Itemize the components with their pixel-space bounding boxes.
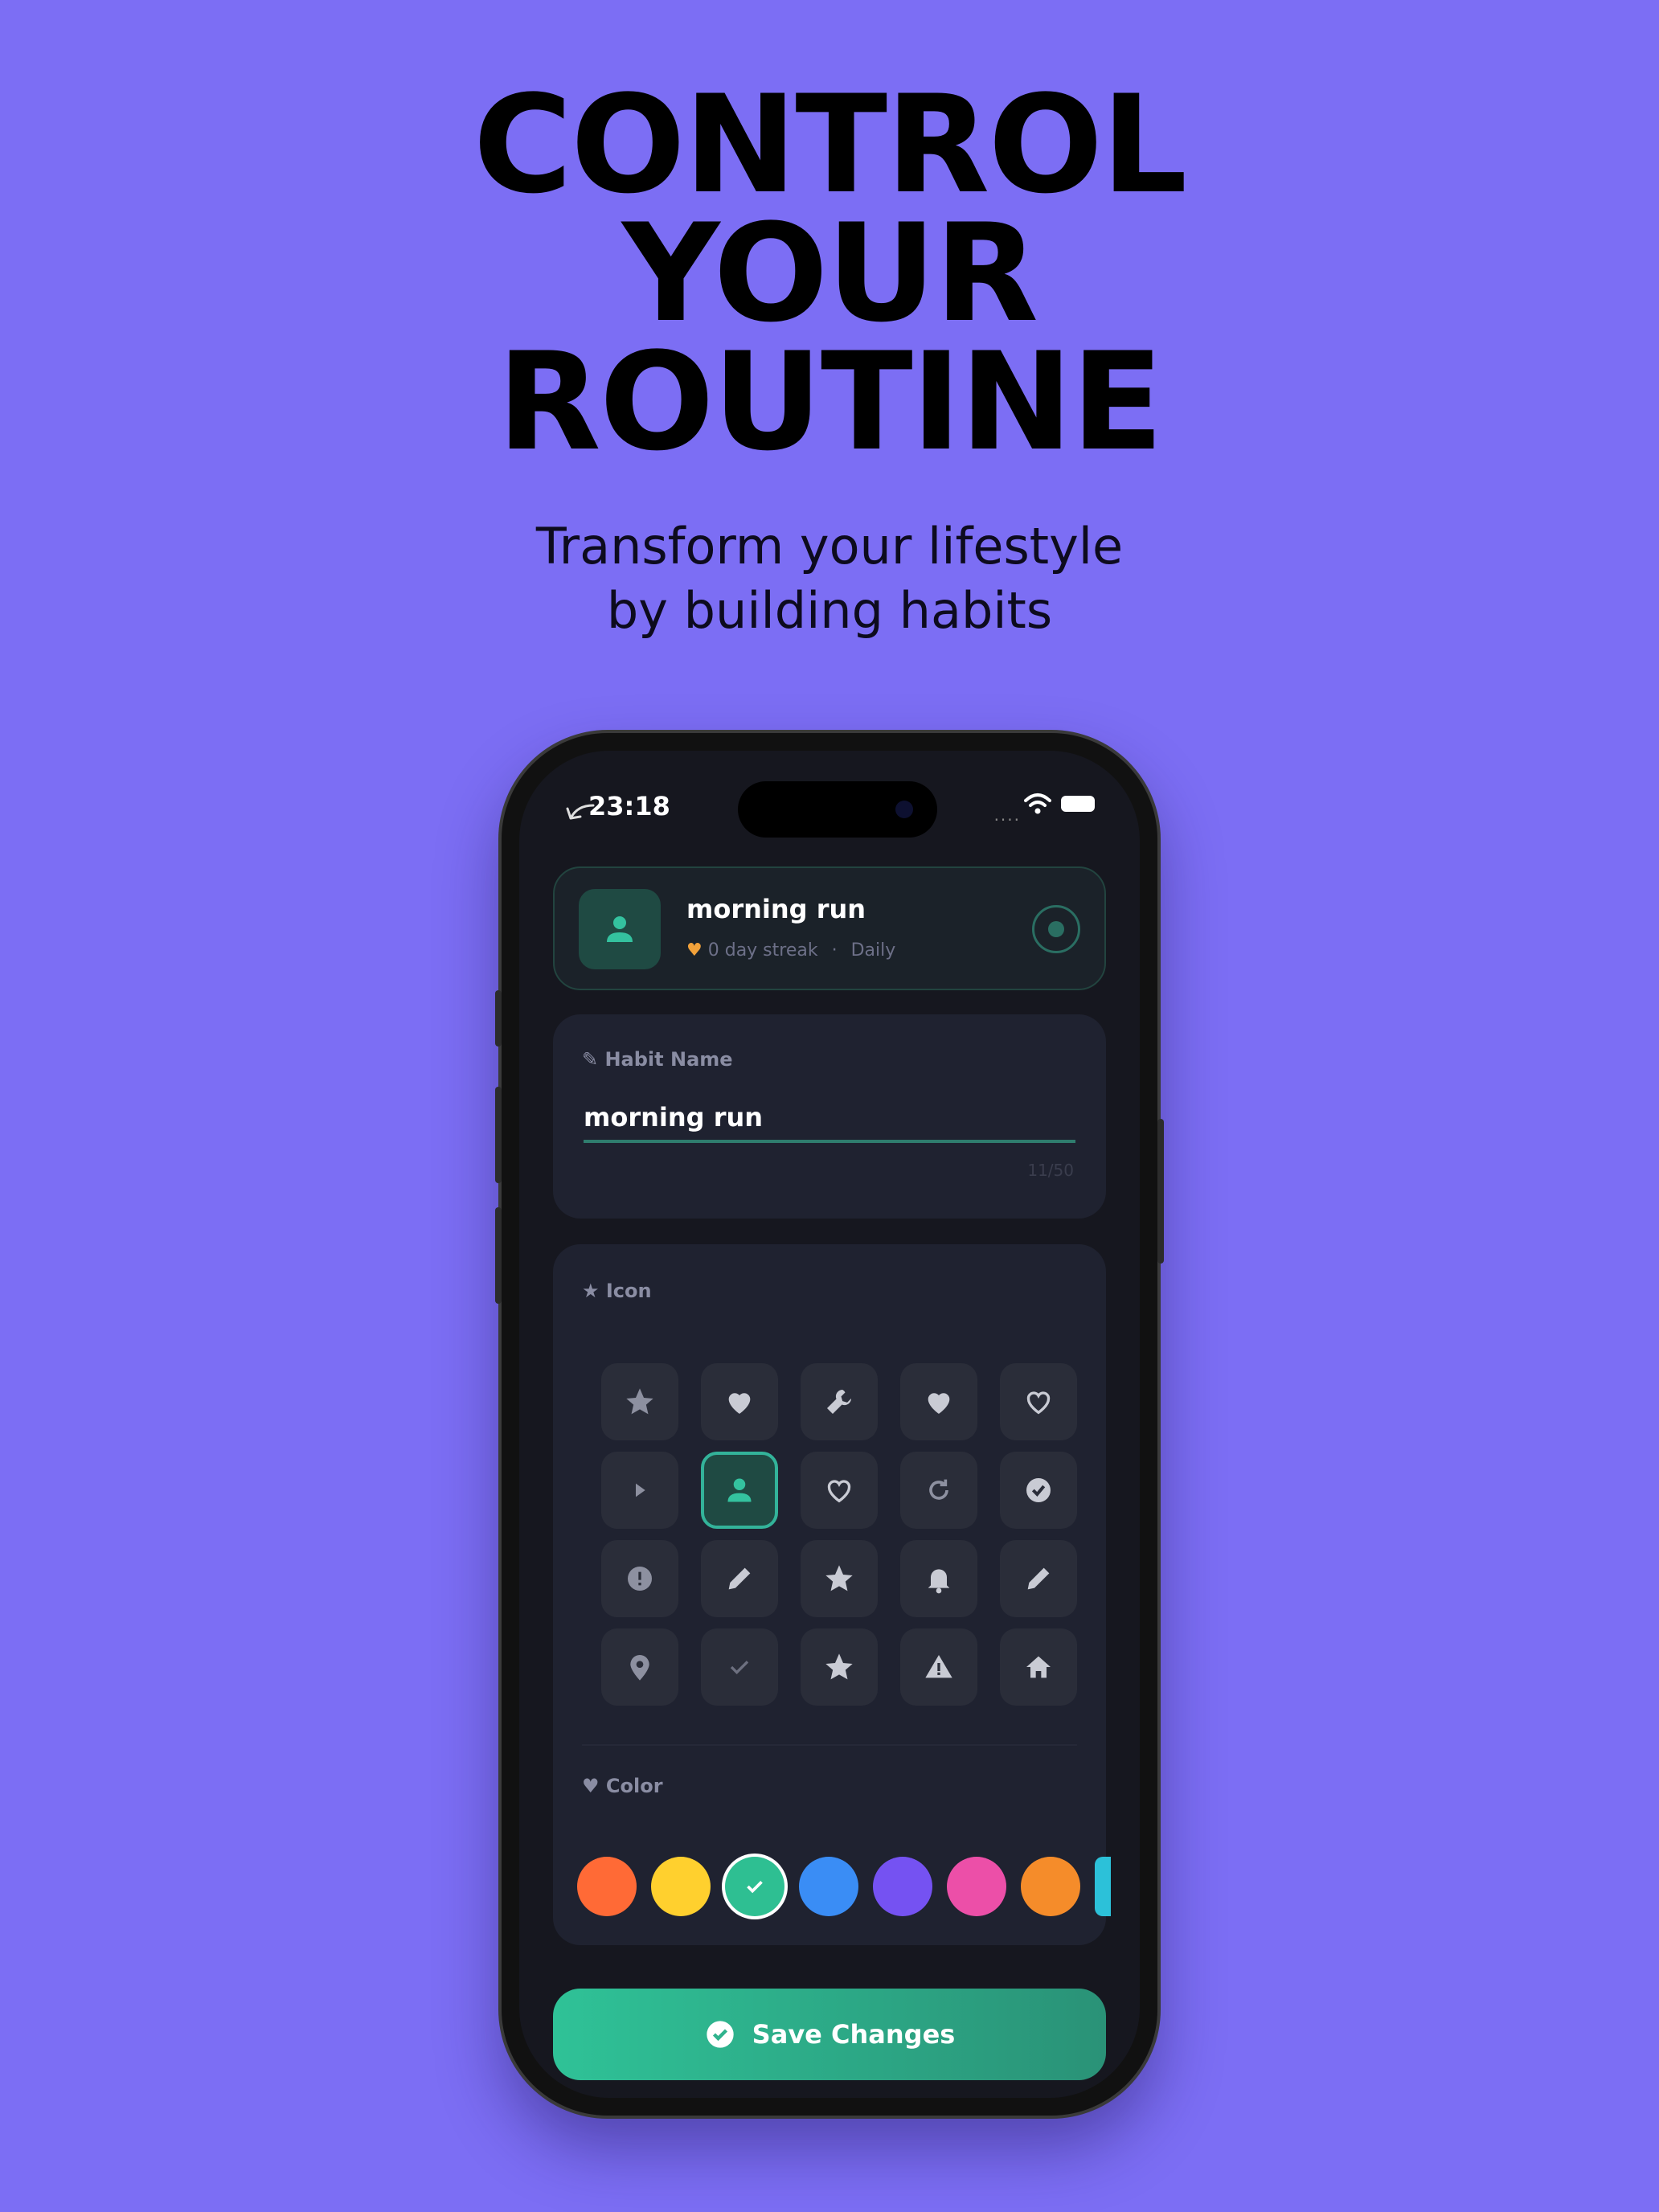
subtitle-line: Transform your lifestyle — [535, 517, 1124, 576]
person-icon — [727, 1478, 752, 1502]
color-swatch-orange[interactable] — [1021, 1857, 1080, 1916]
icon-option-heart-outline-2[interactable] — [801, 1452, 878, 1529]
streak-text: 0 day streak — [707, 940, 818, 961]
heart-outline-icon — [827, 1480, 851, 1503]
location-pin-icon — [630, 1655, 649, 1681]
meta-separator: · — [831, 940, 838, 961]
play-icon — [636, 1483, 645, 1497]
star-icon — [626, 1388, 653, 1415]
color-swatch-blue[interactable] — [799, 1857, 858, 1916]
check-icon — [747, 1881, 763, 1894]
headline-line: CONTROL — [473, 66, 1188, 223]
color-swatch-purple[interactable] — [873, 1857, 932, 1916]
camera — [895, 801, 913, 818]
subtitle-line: by building habits — [606, 581, 1053, 640]
check-circle-icon — [707, 2021, 734, 2048]
icon-option-location[interactable] — [601, 1628, 678, 1706]
save-changes-label: Save Changes — [752, 2019, 956, 2050]
headline: CONTROL YOUR ROUTINE — [0, 66, 1659, 481]
habit-meta: ♥ 0 day streak · Daily — [686, 940, 895, 961]
habit-summary-card[interactable]: morning run ♥ 0 day streak · Daily — [553, 866, 1106, 990]
heart-icon: ♥ — [582, 1775, 600, 1797]
signal-icon: .... — [993, 805, 1021, 825]
habit-avatar — [579, 889, 661, 969]
volume-up-button — [495, 1087, 502, 1183]
phone-frame: 23:18 .... morning run ♥ 0 day streak · … — [495, 733, 1164, 2116]
icon-color-card: ★ Icon ♥ Color — [553, 1244, 1111, 1945]
star-icon — [825, 1565, 853, 1591]
color-swatch-orange-red[interactable] — [577, 1857, 637, 1916]
person-icon — [607, 916, 633, 942]
icon-option-home[interactable] — [1000, 1628, 1077, 1706]
color-swatch-yellow[interactable] — [651, 1857, 711, 1916]
wifi-icon — [1024, 793, 1051, 814]
icon-section-label: ★ Icon — [582, 1280, 652, 1302]
icon-option-star-3[interactable] — [801, 1628, 878, 1706]
bell-icon — [928, 1569, 950, 1594]
streak-heart-icon: ♥ — [686, 940, 703, 961]
pencil-icon — [728, 1567, 751, 1590]
headline-line: YOUR — [621, 195, 1038, 352]
target-icon[interactable] — [1032, 905, 1080, 953]
heart-outline-icon — [1026, 1391, 1051, 1415]
icon-option-heart[interactable] — [701, 1363, 778, 1440]
power-button — [1157, 1119, 1164, 1264]
heart-icon — [928, 1393, 950, 1414]
icon-option-heart-2[interactable] — [900, 1363, 977, 1440]
home-icon — [1026, 1656, 1051, 1678]
icon-option-info[interactable] — [601, 1540, 678, 1617]
color-swatch-cyan-partial[interactable] — [1095, 1857, 1111, 1916]
star-icon — [825, 1653, 853, 1680]
habit-title: morning run — [686, 894, 866, 924]
icon-option-play[interactable] — [601, 1452, 678, 1529]
habit-name-input[interactable] — [584, 1095, 1075, 1143]
icon-option-check[interactable] — [701, 1628, 778, 1706]
check-circle-icon — [1026, 1478, 1051, 1502]
icon-option-bell[interactable] — [900, 1540, 977, 1617]
wrench-icon — [827, 1390, 851, 1414]
section-divider — [582, 1744, 1077, 1746]
pencil-icon — [1027, 1567, 1050, 1590]
color-swatch-pink[interactable] — [947, 1857, 1006, 1916]
icon-option-heart-outline[interactable] — [1000, 1363, 1077, 1440]
refresh-icon — [929, 1479, 948, 1500]
icon-option-person-selected[interactable] — [701, 1452, 778, 1529]
headline-line: ROUTINE — [497, 323, 1163, 481]
icon-option-star[interactable] — [601, 1363, 678, 1440]
pencil-icon: ✎ — [582, 1048, 599, 1071]
check-icon — [730, 1661, 749, 1675]
warning-icon — [925, 1655, 952, 1678]
star-icon: ★ — [582, 1280, 600, 1302]
status-bar: 23:18 .... — [519, 751, 1140, 839]
habit-name-label: ✎ Habit Name — [582, 1048, 733, 1071]
heart-icon — [728, 1393, 751, 1414]
app-screen: 23:18 .... morning run ♥ 0 day streak · … — [519, 751, 1140, 2098]
subtitle: Transform your lifestyle by building hab… — [0, 514, 1659, 643]
icon-option-warning[interactable] — [900, 1628, 977, 1706]
battery-icon — [1061, 796, 1095, 812]
color-swatch-green-selected[interactable] — [725, 1857, 784, 1916]
color-section-label: ♥ Color — [582, 1775, 663, 1797]
icon-option-pencil-2[interactable] — [1000, 1540, 1077, 1617]
dynamic-island — [738, 781, 937, 838]
action-button — [495, 990, 502, 1047]
icon-option-star-2[interactable] — [801, 1540, 878, 1617]
character-counter: 11/50 — [1027, 1161, 1074, 1180]
habit-name-card: ✎ Habit Name 11/50 — [553, 1014, 1106, 1219]
icon-option-check-circle[interactable] — [1000, 1452, 1077, 1529]
volume-down-button — [495, 1207, 502, 1304]
icon-option-refresh[interactable] — [900, 1452, 977, 1529]
icon-option-wrench[interactable] — [801, 1363, 878, 1440]
info-icon — [628, 1567, 652, 1591]
frequency-text: Daily — [850, 940, 896, 961]
save-changes-button[interactable]: Save Changes — [553, 1989, 1106, 2080]
icon-option-pencil[interactable] — [701, 1540, 778, 1617]
status-time: 23:18 — [588, 791, 670, 821]
